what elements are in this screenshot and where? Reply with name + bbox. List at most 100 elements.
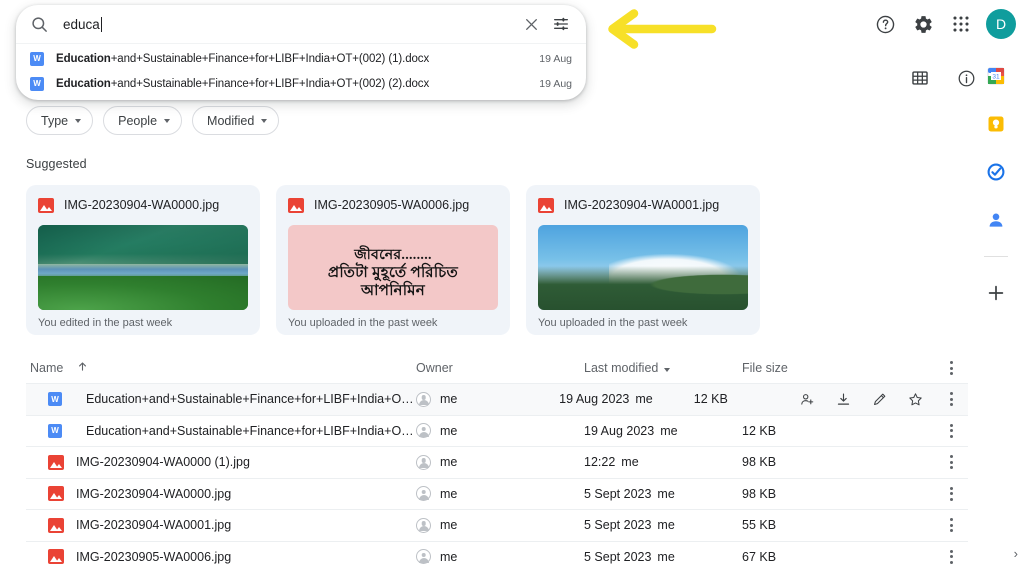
row-modified-date: 5 Sept 2023: [584, 549, 652, 564]
table-row[interactable]: IMG-20230904-WA0000.jpg me 5 Sept 2023 m…: [26, 477, 968, 510]
search-card: educa W Education+and+Sustainable+Financ…: [16, 5, 586, 100]
search-area: educa W Education+and+Sustainable+Financ…: [16, 5, 586, 100]
column-header-owner[interactable]: Owner: [416, 361, 584, 375]
row-size: 12 KB: [693, 392, 728, 407]
row-owner-cell: me: [416, 423, 584, 439]
contacts-icon[interactable]: [982, 206, 1010, 234]
suggested-card[interactable]: IMG-20230904-WA0001.jpg You uploaded in …: [526, 185, 760, 335]
suggestion-label: Education+and+Sustainable+Finance+for+LI…: [56, 77, 430, 90]
kebab-menu-icon[interactable]: [940, 546, 962, 568]
card-header: IMG-20230904-WA0000.jpg: [26, 185, 260, 225]
edit-pencil-icon[interactable]: [868, 388, 890, 410]
image-file-icon: [38, 197, 54, 213]
row-modified-date: 5 Sept 2023: [584, 518, 652, 533]
grid-view-icon[interactable]: [904, 62, 936, 94]
table-row[interactable]: IMG-20230904-WA0000 (1).jpg me 12:22 me …: [26, 446, 968, 478]
filter-chips: Type People Modified: [26, 106, 968, 135]
help-icon[interactable]: [868, 7, 902, 41]
keep-icon[interactable]: [982, 110, 1010, 138]
chevron-down-icon: [664, 368, 671, 372]
chevron-down-icon: [75, 118, 82, 123]
row-owner-cell: me: [416, 549, 584, 565]
filter-chip-modified[interactable]: Modified: [192, 106, 280, 135]
table-row[interactable]: W Education+and+Sustainable+Finance+for+…: [26, 383, 968, 415]
card-header: IMG-20230904-WA0001.jpg: [526, 185, 760, 225]
row-modified-cell: 19 Aug 2023 me: [559, 392, 694, 406]
apps-grid-icon[interactable]: [944, 7, 978, 41]
row-owner: me: [440, 423, 458, 438]
suggestion-item[interactable]: W Education+and+Sustainable+Finance+for+…: [16, 46, 586, 71]
search-input[interactable]: educa: [49, 5, 516, 43]
column-header-modified[interactable]: Last modified: [584, 361, 742, 375]
share-person-add-icon[interactable]: [796, 388, 818, 410]
word-doc-icon: W: [30, 51, 44, 66]
row-actions: [862, 483, 968, 505]
row-name-cell: IMG-20230904-WA0000 (1).jpg: [26, 454, 416, 470]
row-modified-by: me: [660, 423, 678, 438]
column-header-name[interactable]: Name: [26, 361, 416, 375]
card-thumbnail-sky-trees: [538, 225, 748, 310]
info-icon[interactable]: [950, 62, 982, 94]
thumbnail-text-line3: আপনিমিন: [360, 283, 425, 300]
kebab-menu-icon[interactable]: [940, 388, 962, 410]
row-name-cell: W Education+and+Sustainable+Finance+for+…: [26, 423, 416, 438]
image-file-icon: [48, 486, 64, 502]
tasks-icon[interactable]: [982, 158, 1010, 186]
row-size: 12 KB: [742, 423, 777, 438]
owner-avatar-icon: [416, 517, 431, 533]
card-file-name: IMG-20230904-WA0001.jpg: [564, 198, 720, 212]
table-header-row: Name Owner Last modified File size: [26, 353, 968, 383]
row-owner: me: [440, 392, 458, 407]
row-modified-by: me: [657, 549, 675, 564]
download-icon[interactable]: [832, 388, 854, 410]
suggested-card[interactable]: IMG-20230904-WA0000.jpg You edited in th…: [26, 185, 260, 335]
owner-avatar-icon: [416, 549, 431, 565]
row-modified-cell: 5 Sept 2023 me: [584, 518, 742, 532]
tune-filter-icon[interactable]: [546, 9, 576, 39]
avatar[interactable]: D: [986, 9, 1016, 39]
chevron-right-icon[interactable]: ›: [1014, 546, 1018, 561]
suggested-card[interactable]: IMG-20230905-WA0006.jpg জীবনের........ প…: [276, 185, 510, 335]
kebab-menu-icon[interactable]: [940, 483, 962, 505]
kebab-menu-icon[interactable]: [940, 451, 962, 473]
calendar-icon[interactable]: 31: [982, 62, 1010, 90]
svg-text:31: 31: [992, 74, 1000, 81]
row-modified-cell: 5 Sept 2023 me: [584, 550, 742, 564]
row-modified-by: me: [657, 486, 675, 501]
search-query-text: educa: [63, 16, 100, 32]
gear-icon[interactable]: [906, 7, 940, 41]
filter-chip-people[interactable]: People: [103, 106, 183, 135]
card-status: You uploaded in the past week: [288, 316, 438, 329]
card-header: IMG-20230905-WA0006.jpg: [276, 185, 510, 225]
row-modified-by: me: [657, 518, 675, 533]
suggestion-label: Education+and+Sustainable+Finance+for+LI…: [56, 52, 430, 65]
column-label-modified: Last modified: [584, 361, 659, 375]
row-modified-cell: 12:22 me: [584, 455, 742, 469]
table-row[interactable]: IMG-20230904-WA0001.jpg me 5 Sept 2023 m…: [26, 509, 968, 541]
table-row[interactable]: W Education+and+Sustainable+Finance+for+…: [26, 414, 968, 447]
filter-chip-type[interactable]: Type: [26, 106, 94, 135]
suggestion-item[interactable]: W Education+and+Sustainable+Finance+for+…: [16, 71, 586, 96]
row-modified-date: 5 Sept 2023: [584, 486, 652, 501]
plus-icon[interactable]: [982, 279, 1010, 307]
close-icon[interactable]: [516, 9, 546, 39]
thumbnail-text-line2: প্রতিটা মুহূর্তে পরিচিত: [327, 264, 459, 281]
arrow-up-icon: [77, 361, 88, 375]
row-actions: [796, 388, 968, 410]
word-doc-icon: W: [30, 76, 44, 91]
row-name-cell: IMG-20230905-WA0006.jpg: [26, 549, 416, 565]
row-modified-date: 19 Aug 2023: [559, 392, 630, 407]
star-icon[interactable]: [904, 388, 926, 410]
row-owner: me: [440, 455, 458, 470]
row-actions: [862, 546, 968, 568]
column-header-size[interactable]: File size: [742, 361, 862, 375]
row-modified-cell: 5 Sept 2023 me: [584, 487, 742, 501]
owner-avatar-icon: [416, 391, 431, 407]
row-actions: [862, 420, 968, 442]
thumbnail-text-line1: জীবনের........: [354, 247, 432, 263]
table-row[interactable]: IMG-20230905-WA0006.jpg me 5 Sept 2023 m…: [26, 540, 968, 569]
kebab-menu-icon[interactable]: [940, 514, 962, 536]
kebab-menu-icon[interactable]: [940, 357, 962, 379]
word-doc-icon: W: [48, 392, 62, 407]
kebab-menu-icon[interactable]: [940, 420, 962, 442]
